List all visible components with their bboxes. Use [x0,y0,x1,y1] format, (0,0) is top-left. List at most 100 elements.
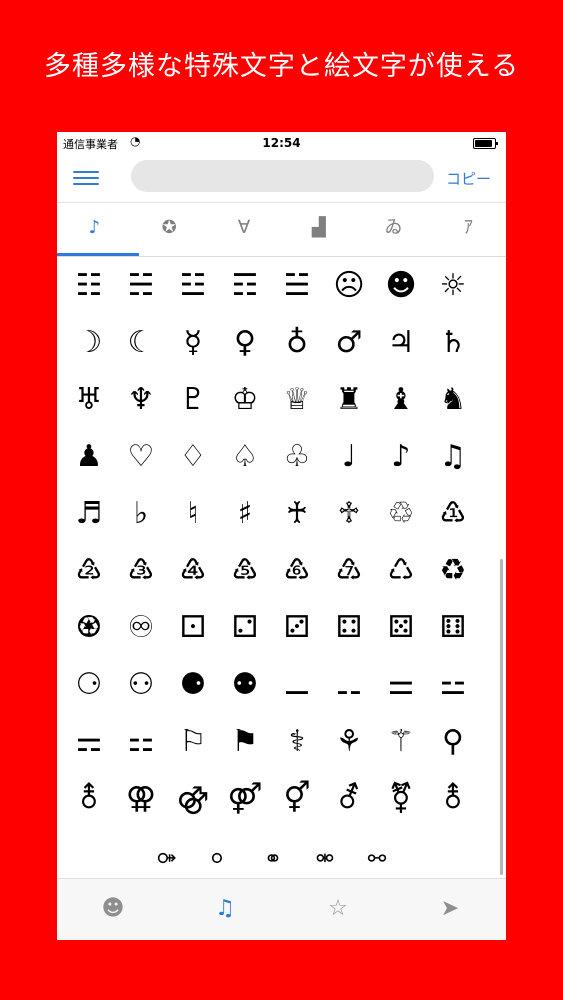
symbol-key[interactable]: ♸ [271,546,323,596]
symbol-key[interactable]: ⚇ [115,660,167,710]
symbol-key[interactable]: ♷ [219,546,271,596]
tab-stars[interactable]: ✪ [132,203,207,257]
tab-math[interactable]: ∀ [207,203,282,257]
symbol-key[interactable]: ⚑ [219,717,271,767]
symbol-key[interactable]: ♮ [167,489,219,539]
tab-music-symbols[interactable]: ♪ [57,203,132,257]
symbol-key[interactable]: ♀ [219,318,271,368]
symbol-key[interactable]: ☻ [375,261,427,311]
symbol-key[interactable]: ⚍ [427,660,479,710]
symbol-key[interactable]: ♭ [115,489,167,539]
category-tab-bar: ♪ ✪ ∀ ▟ ゐ ｱ [57,202,506,257]
symbol-key[interactable]: ♬ [63,489,115,539]
symbol-key[interactable]: ☿ [167,318,219,368]
symbol-key[interactable]: ♤ [219,432,271,482]
symbol-key[interactable]: ♯ [219,489,271,539]
symbol-key[interactable]: ♶ [167,546,219,596]
status-bar: 通信事業者 ◔ 12:54 [57,132,506,154]
search-input[interactable] [131,160,434,192]
symbol-key[interactable]: ⚨ [427,774,479,824]
symbol-key[interactable]: ⚥ [271,774,323,824]
symbol-key[interactable]: ♹ [323,546,375,596]
symbol-key[interactable]: ⚢ [115,774,167,824]
symbol-key[interactable]: ♝ [375,375,427,425]
battery-icon [473,138,498,149]
symbol-key[interactable]: ⚕ [271,717,323,767]
symbol-key[interactable]: ♔ [219,375,271,425]
symbol-key[interactable]: ♃ [375,318,427,368]
symbol-key[interactable]: ♞ [427,375,479,425]
phone-screen: 通信事業者 ◔ 12:54 コピー ♪ ✪ ∀ ▟ ゐ ｱ ☷ ☵ ☳ ☶ ☱ ☹ ☻ ☼ ☽ ☾… [57,132,506,940]
symbol-key[interactable]: ♲ [375,489,427,539]
emoji-tab-icon[interactable]: ☻ [93,889,133,929]
symbol-key[interactable]: ♵ [115,546,167,596]
symbol-key[interactable]: ⚘ [323,717,375,767]
symbol-key[interactable]: ♁ [271,318,323,368]
music-tab-icon[interactable]: ♫ [205,889,245,929]
symbol-key[interactable]: ⚨ [63,774,115,824]
symbol-key[interactable]: ⚀ [167,603,219,653]
symbol-key[interactable]: ⚲ [427,717,479,767]
symbol-key[interactable]: ⚧ [375,774,427,824]
symbol-key[interactable]: ☹ [323,261,375,311]
symbol-key[interactable]: ♆ [115,375,167,425]
symbol-key[interactable]: ♾ [115,603,167,653]
symbol-key[interactable]: ♼ [63,603,115,653]
send-icon[interactable]: ➤ [430,889,470,929]
symbol-key[interactable]: ♫ [427,432,479,482]
symbol-key[interactable]: ⚋ [323,660,375,710]
symbol-key[interactable]: ☱ [271,261,323,311]
symbol-key[interactable]: ☶ [219,261,271,311]
symbol-key[interactable]: ☵ [115,261,167,311]
symbol-key[interactable]: ♴ [63,546,115,596]
symbol-key[interactable]: ♩ [323,432,375,482]
copy-button[interactable]: コピー [446,167,502,189]
symbol-key[interactable]: ☼ [427,261,479,311]
tab-katakana[interactable]: ｱ [431,203,506,257]
symbol-key[interactable]: ⚈ [167,660,219,710]
symbol-key[interactable]: ♟ [63,432,115,482]
symbol-key[interactable]: ⚅ [427,603,479,653]
symbol-key[interactable]: ☷ [63,261,115,311]
symbol-key[interactable]: ⚐ [167,717,219,767]
symbol-key[interactable]: ♳ [427,489,479,539]
symbol-key[interactable]: ⚄ [375,603,427,653]
symbol-key[interactable]: ♱ [323,489,375,539]
hamburger-menu-icon[interactable] [71,166,101,190]
nav-bar: コピー [57,154,506,202]
symbol-key[interactable]: ⚣ [167,774,219,824]
symbol-key[interactable]: ⚂ [271,603,323,653]
symbol-key[interactable]: ⚃ [323,603,375,653]
symbol-key[interactable]: ♰ [271,489,323,539]
favorites-star-icon[interactable]: ☆ [318,889,358,929]
symbol-key[interactable]: ♄ [427,318,479,368]
symbol-key[interactable]: ♢ [167,432,219,482]
symbol-key[interactable]: ⚏ [115,717,167,767]
promo-headline: 多種多様な特殊文字と絵文字が使える [43,51,520,82]
tab-hiragana[interactable]: ゐ [356,203,431,257]
symbol-key[interactable]: ♜ [323,375,375,425]
symbol-key[interactable]: ⚊ [271,660,323,710]
symbol-key[interactable]: ⚁ [219,603,271,653]
symbol-key[interactable]: ♡ [115,432,167,482]
symbol-key[interactable]: ☳ [167,261,219,311]
symbol-key[interactable]: ♧ [271,432,323,482]
symbol-key[interactable]: ♂ [323,318,375,368]
symbol-key[interactable]: ⚤ [219,774,271,824]
symbol-key[interactable]: ♺ [375,546,427,596]
symbol-key[interactable]: ⚚ [375,717,427,767]
symbol-key[interactable]: ♻ [427,546,479,596]
symbol-key[interactable]: ⚉ [219,660,271,710]
symbol-key[interactable]: ♇ [167,375,219,425]
symbol-key[interactable]: ⚌ [375,660,427,710]
symbol-key[interactable]: ☾ [115,318,167,368]
symbol-key[interactable]: ♅ [63,375,115,425]
symbol-key[interactable]: ☽ [63,318,115,368]
symbol-key[interactable]: ⚦ [323,774,375,824]
symbol-key[interactable]: ⚎ [63,717,115,767]
symbol-key[interactable]: ♪ [375,432,427,482]
tab-blocks[interactable]: ▟ [281,203,356,257]
symbol-key[interactable]: ♕ [271,375,323,425]
scrollbar[interactable] [500,559,503,875]
symbol-key[interactable]: ⚆ [63,660,115,710]
